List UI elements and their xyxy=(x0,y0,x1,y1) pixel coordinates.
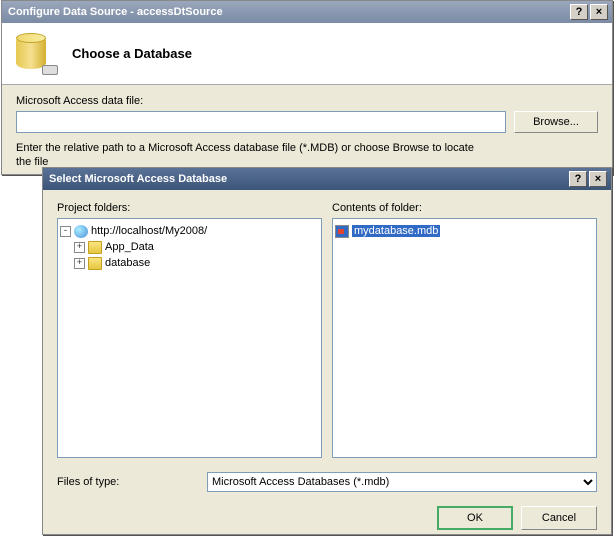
help-button[interactable]: ? xyxy=(569,171,587,187)
configure-datasource-window: Configure Data Source - accessDtSource ?… xyxy=(1,0,613,175)
collapse-icon[interactable]: - xyxy=(60,226,71,237)
database-icon xyxy=(16,33,58,75)
contents-label: Contents of folder: xyxy=(332,202,597,214)
select-database-dialog: Select Microsoft Access Database ? × Pro… xyxy=(42,167,612,535)
mdb-file-icon xyxy=(335,225,349,238)
expand-icon[interactable]: + xyxy=(74,242,85,253)
close-button[interactable]: × xyxy=(590,4,608,20)
folder-icon xyxy=(88,241,102,254)
folder-icon xyxy=(88,257,102,270)
window-title: Configure Data Source - accessDtSource xyxy=(6,6,568,18)
tree-child[interactable]: + App_Data xyxy=(60,239,319,255)
project-folders-tree[interactable]: - http://localhost/My2008/ + App_Data + xyxy=(57,218,322,458)
cancel-button[interactable]: Cancel xyxy=(521,506,597,530)
file-path-input[interactable] xyxy=(16,111,506,133)
help-button[interactable]: ? xyxy=(570,4,588,20)
list-item[interactable]: mydatabase.mdb xyxy=(335,223,594,239)
ok-button[interactable]: OK xyxy=(437,506,513,530)
wizard-heading: Choose a Database xyxy=(72,46,192,61)
file-label: Microsoft Access data file: xyxy=(16,95,598,107)
tree-node-label: http://localhost/My2008/ xyxy=(91,225,207,237)
folders-label: Project folders: xyxy=(57,202,322,214)
close-button[interactable]: × xyxy=(589,171,607,187)
tree-node-label: database xyxy=(105,257,150,269)
tree-node-label: App_Data xyxy=(105,241,154,253)
expand-icon[interactable]: + xyxy=(74,258,85,269)
folder-contents-list[interactable]: mydatabase.mdb xyxy=(332,218,597,458)
files-of-type-select[interactable]: Microsoft Access Databases (*.mdb) xyxy=(207,472,597,492)
files-of-type-label: Files of type: xyxy=(57,476,207,488)
globe-icon xyxy=(74,225,88,238)
dialog-title: Select Microsoft Access Database xyxy=(47,173,567,185)
tree-root[interactable]: - http://localhost/My2008/ xyxy=(60,223,319,239)
hint-text: Enter the relative path to a Microsoft A… xyxy=(16,141,598,170)
wizard-header: Choose a Database xyxy=(2,23,612,85)
titlebar[interactable]: Configure Data Source - accessDtSource ?… xyxy=(2,1,612,23)
titlebar[interactable]: Select Microsoft Access Database ? × xyxy=(43,168,611,190)
browse-button[interactable]: Browse... xyxy=(514,111,598,133)
list-item-label: mydatabase.mdb xyxy=(352,225,440,237)
tree-child[interactable]: + database xyxy=(60,255,319,271)
